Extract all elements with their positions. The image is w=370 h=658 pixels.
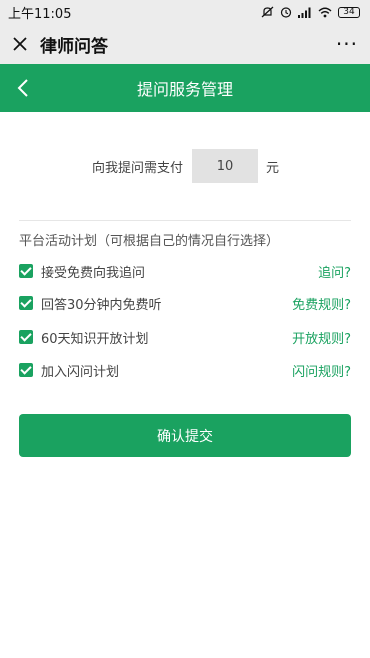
app-title-bar: 律师问答 ···: [0, 24, 370, 64]
app-title: 律师问答: [40, 36, 108, 57]
plan-checkbox-follow-up[interactable]: [19, 264, 33, 278]
nav-bar: 提问服务管理: [0, 64, 370, 112]
battery-icon: 34: [338, 6, 360, 18]
plan-rule-link[interactable]: 免费规则?: [292, 294, 351, 313]
alarm-icon: [280, 7, 292, 18]
plan-item-free-listen: 回答30分钟内免费听 免费规则?: [19, 292, 351, 314]
plan-item-follow-up: 接受免费向我追问 追问?: [19, 260, 351, 282]
payment-amount-input[interactable]: [192, 149, 258, 183]
plan-section-title: 平台活动计划（可根据自己的情况自行选择）: [19, 234, 280, 249]
payment-label: 向我提问需支付: [92, 161, 184, 176]
plan-rule-link[interactable]: 开放规则?: [292, 328, 351, 347]
plan-item-label: 60天知识开放计划: [41, 331, 149, 347]
mute-icon: [261, 6, 274, 18]
page-title: 提问服务管理: [136, 80, 233, 99]
payment-unit: 元: [266, 161, 280, 176]
back-arrow-icon[interactable]: [14, 76, 36, 100]
signal-icon: [298, 7, 311, 18]
plan-item-open-knowledge: 60天知识开放计划 开放规则?: [19, 326, 351, 348]
status-icons: 34: [261, 6, 360, 18]
plan-checkbox-open-knowledge[interactable]: [19, 330, 33, 344]
confirm-submit-button[interactable]: 确认提交: [19, 414, 351, 457]
plan-item-label: 加入闪问计划: [41, 364, 120, 380]
wifi-icon: [318, 7, 332, 17]
status-bar: 上午11:05 34: [0, 0, 370, 24]
plan-item-flash-question: 加入闪问计划 闪问规则?: [19, 359, 351, 381]
plan-checkbox-free-listen[interactable]: [19, 296, 33, 310]
payment-row: 向我提问需支付 元: [0, 149, 370, 183]
divider: [19, 220, 351, 221]
close-icon[interactable]: [12, 36, 28, 52]
plan-checkbox-flash-question[interactable]: [19, 363, 33, 377]
plan-rule-link[interactable]: 追问?: [318, 262, 351, 281]
status-time: 上午11:05: [8, 6, 72, 22]
more-options-icon[interactable]: ···: [336, 34, 358, 54]
plan-rule-link[interactable]: 闪问规则?: [292, 361, 351, 380]
plan-item-label: 接受免费向我追问: [41, 265, 146, 281]
plan-item-label: 回答30分钟内免费听: [41, 297, 162, 313]
